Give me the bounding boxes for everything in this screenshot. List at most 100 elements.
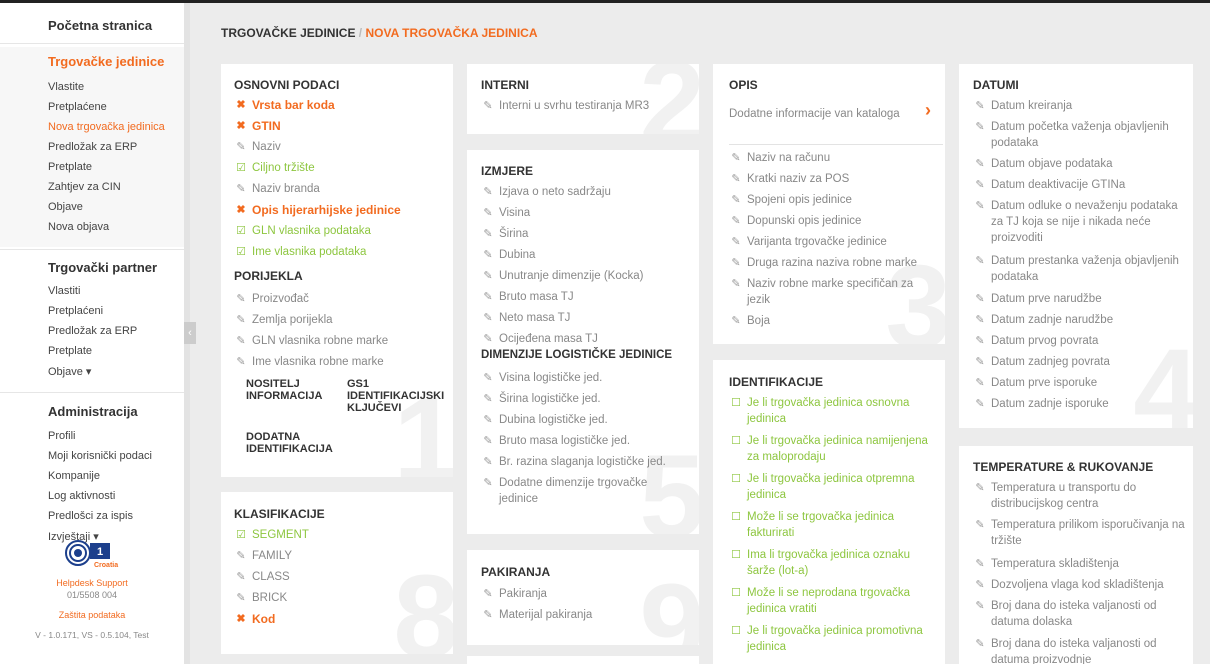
sidebar-item-cin-request[interactable]: Zahtjev za CIN	[48, 181, 121, 193]
field-effective-date[interactable]: ✎ Datum početka važenja objavljenih podat…	[973, 119, 1183, 151]
privacy-link[interactable]: Zaštita podataka	[0, 610, 184, 620]
field-logistic-stacking-levels[interactable]: ✎ Br. razina slaganja logističke jed.	[481, 454, 696, 470]
breadcrumb-parent[interactable]: TRGOVAČKE JEDINICE	[221, 26, 355, 40]
sidebar-item-my-user-data[interactable]: Moji korisnički podaci	[48, 450, 152, 462]
field-segment[interactable]: ☑ SEGMENT	[234, 527, 449, 543]
sidebar-item-partner-erp-template[interactable]: Predložak za ERP	[48, 325, 137, 337]
field-storage-humidity[interactable]: ✎ Dozvoljena vlaga kod skladištenja	[973, 577, 1183, 593]
flag-batch-number[interactable]: ☐ Ima li trgovačka jedinica oznaku šarže …	[729, 547, 939, 579]
sidebar-section-trade-units[interactable]: Trgovačke jedinice	[48, 54, 164, 69]
field-language-brand-name[interactable]: ✎ Naziv robne marke specifičan za jezik	[729, 276, 939, 308]
field-logistic-depth[interactable]: ✎ Dubina logističke jed.	[481, 412, 696, 428]
field-additional-description[interactable]: ✎ Dopunski opis jedinice	[729, 213, 939, 229]
pencil-icon: ✎	[975, 179, 985, 191]
field-invoice-name[interactable]: ✎ Naziv na računu	[729, 150, 939, 166]
field-manufacturer[interactable]: ✎ Proizvođač	[234, 291, 449, 307]
field-name[interactable]: ✎ Naziv	[234, 139, 449, 155]
flag-base-unit[interactable]: ☐ Je li trgovačka jedinica osnovna jedini…	[729, 395, 939, 427]
field-drained-weight[interactable]: ✎ Ocijeđena masa TJ	[481, 331, 696, 347]
field-gross-weight[interactable]: ✎ Bruto masa TJ	[481, 289, 696, 305]
field-last-return-date[interactable]: ✎ Datum zadnjeg povrata	[973, 354, 1183, 370]
sidebar-item-subscribed-partners[interactable]: Pretplaćeni	[48, 305, 103, 317]
field-storage-temperature[interactable]: ✎ Temperatura skladištenja	[973, 556, 1183, 572]
field-transport-temperature[interactable]: ✎ Temperatura u transportu do distribucij…	[973, 480, 1183, 512]
field-combined-description[interactable]: ✎ Spojeni opis jedinice	[729, 192, 939, 208]
section-gs1-identification-keys[interactable]: GS1 IDENTIFIKACIJSKI KLJUČEVI	[347, 378, 451, 414]
section-origins-title: PORIJEKLA	[234, 269, 303, 283]
field-discontinued-date[interactable]: ✎ Datum prestanka važenja objavljenih pod…	[973, 253, 1183, 285]
field-width[interactable]: ✎ Širina	[481, 226, 696, 242]
field-gtin[interactable]: ✖ GTIN	[234, 118, 449, 134]
field-variant[interactable]: ✎ Varijanta trgovačke jedinice	[729, 234, 939, 250]
field-creation-date[interactable]: ✎ Datum kreiranja	[973, 98, 1183, 114]
field-code[interactable]: ✖ Kod	[234, 611, 449, 627]
field-color[interactable]: ✎ Boja	[729, 313, 939, 329]
field-target-market[interactable]: ☑ Ciljno tržište	[234, 160, 449, 176]
field-brand-name[interactable]: ✎ Naziv branda	[234, 181, 449, 197]
sidebar-item-erp-template[interactable]: Predložak za ERP	[48, 141, 137, 153]
field-packaging[interactable]: ✎ Pakiranja	[481, 586, 696, 602]
sidebar-item-partner-publications[interactable]: Objave ▾	[48, 365, 91, 378]
sidebar-section-trade-partner[interactable]: Trgovački partner	[48, 260, 157, 275]
field-internal-testing[interactable]: ✎ Interni u svrhu testiranja MR3	[481, 98, 696, 114]
field-hierarchy-description[interactable]: ✖ Opis hijerarhijske jedinice	[234, 202, 449, 218]
sidebar-item-partner-subscriptions[interactable]: Pretplate	[48, 345, 92, 357]
sidebar-item-new-publication[interactable]: Nova objava	[48, 221, 109, 233]
field-first-return-date[interactable]: ✎ Datum prvog povrata	[973, 333, 1183, 349]
field-net-content[interactable]: ✎ Izjava o neto sadržaju	[481, 184, 696, 200]
sidebar-section-administration[interactable]: Administracija	[48, 404, 138, 419]
field-brick[interactable]: ✎ BRICK	[234, 590, 449, 606]
sidebar-item-companies[interactable]: Kompanije	[48, 470, 100, 482]
field-delivery-temperature[interactable]: ✎ Temperatura prilikom isporučivanja na t…	[973, 517, 1188, 549]
chevron-right-icon[interactable]: ›	[925, 100, 931, 121]
sidebar-item-subscriptions[interactable]: Pretplate	[48, 161, 92, 173]
additional-info-outside-catalog-link[interactable]: Dodatne informacije van kataloga	[729, 108, 929, 121]
collapse-sidebar-chevron-icon[interactable]: ‹	[184, 322, 196, 344]
sidebar-item-subscribed[interactable]: Pretplaćene	[48, 101, 107, 113]
field-logistic-gross-weight[interactable]: ✎ Bruto masa logističke jed.	[481, 433, 696, 449]
field-inner-dimensions[interactable]: ✎ Unutranje dimenzije (Kocka)	[481, 268, 696, 284]
sidebar-item-new-trade-unit[interactable]: Nova trgovačka jedinica	[48, 121, 165, 133]
flag-returnable[interactable]: ☐ Može li se neprodana trgovačka jedinica…	[729, 585, 939, 617]
field-cancel-date[interactable]: ✎ Datum odluke o nevaženju podataka za TJ…	[973, 198, 1188, 246]
helpdesk-label[interactable]: Helpdesk Support	[0, 578, 184, 588]
field-logistic-width[interactable]: ✎ Širina logističke jed.	[481, 391, 696, 407]
sidebar-item-activity-log[interactable]: Log aktivnosti	[48, 490, 115, 502]
section-additional-identification[interactable]: DODATNA IDENTIFIKACIJA	[246, 431, 356, 455]
flag-despatch-unit[interactable]: ☐ Je li trgovačka jedinica otpremna jedin…	[729, 471, 939, 503]
field-country-of-origin[interactable]: ✎ Zemlja porijekla	[234, 312, 449, 328]
field-last-delivery-date[interactable]: ✎ Datum zadnje isporuke	[973, 396, 1183, 412]
field-sub-brand[interactable]: ✎ Druga razina naziva robne marke	[729, 255, 939, 271]
field-net-weight[interactable]: ✎ Neto masa TJ	[481, 310, 696, 326]
sidebar-home-link[interactable]: Početna stranica	[0, 18, 184, 44]
field-data-owner-name[interactable]: ☑ Ime vlasnika podataka	[234, 244, 449, 260]
field-pos-short-name[interactable]: ✎ Kratki naziv za POS	[729, 171, 939, 187]
field-first-delivery-date[interactable]: ✎ Datum prve isporuke	[973, 375, 1183, 391]
field-barcode-type[interactable]: ✖ Vrsta bar koda	[234, 97, 449, 113]
field-logistic-height[interactable]: ✎ Visina logističke jed.	[481, 370, 696, 386]
field-last-order-date[interactable]: ✎ Datum zadnje narudžbe	[973, 312, 1183, 328]
field-depth[interactable]: ✎ Dubina	[481, 247, 696, 263]
field-class[interactable]: ✎ CLASS	[234, 569, 449, 585]
field-publication-date[interactable]: ✎ Datum objave podataka	[973, 156, 1183, 172]
field-shelf-life-from-arrival[interactable]: ✎ Broj dana do isteka valjanosti od datum…	[973, 598, 1183, 630]
field-brand-owner-gln[interactable]: ✎ GLN vlasnika robne marke	[234, 333, 449, 349]
field-additional-dimensions[interactable]: ✎ Dodatne dimenzije trgovačke jedinice	[481, 475, 681, 507]
field-brand-owner-name[interactable]: ✎ Ime vlasnika robne marke	[234, 354, 449, 370]
sidebar-item-publications[interactable]: Objave	[48, 201, 83, 213]
section-information-provider[interactable]: NOSITELJ INFORMACIJA	[246, 378, 336, 402]
flag-promotional-unit[interactable]: ☐ Je li trgovačka jedinica promotivna jed…	[729, 623, 939, 655]
sidebar-item-profiles[interactable]: Profili	[48, 430, 76, 442]
sidebar-item-print-templates[interactable]: Predlošci za ispis	[48, 510, 133, 522]
field-packaging-material[interactable]: ✎ Materijal pakiranja	[481, 607, 696, 623]
field-shelf-life-from-production[interactable]: ✎ Broj dana do isteka valjanosti od datum…	[973, 636, 1183, 664]
sidebar-item-own-partners[interactable]: Vlastiti	[48, 285, 80, 297]
flag-consumer-unit[interactable]: ☐ Je li trgovačka jedinica namijenjena za…	[729, 433, 939, 465]
field-height[interactable]: ✎ Visina	[481, 205, 696, 221]
field-data-owner-gln[interactable]: ☑ GLN vlasnika podataka	[234, 223, 449, 239]
flag-invoice-unit[interactable]: ☐ Može li se trgovačka jedinica fakturira…	[729, 509, 939, 541]
field-family[interactable]: ✎ FAMILY	[234, 548, 449, 564]
field-gtin-deactivation-date[interactable]: ✎ Datum deaktivacije GTINa	[973, 177, 1183, 193]
sidebar-item-own[interactable]: Vlastite	[48, 81, 84, 93]
field-first-order-date[interactable]: ✎ Datum prve narudžbe	[973, 291, 1183, 307]
